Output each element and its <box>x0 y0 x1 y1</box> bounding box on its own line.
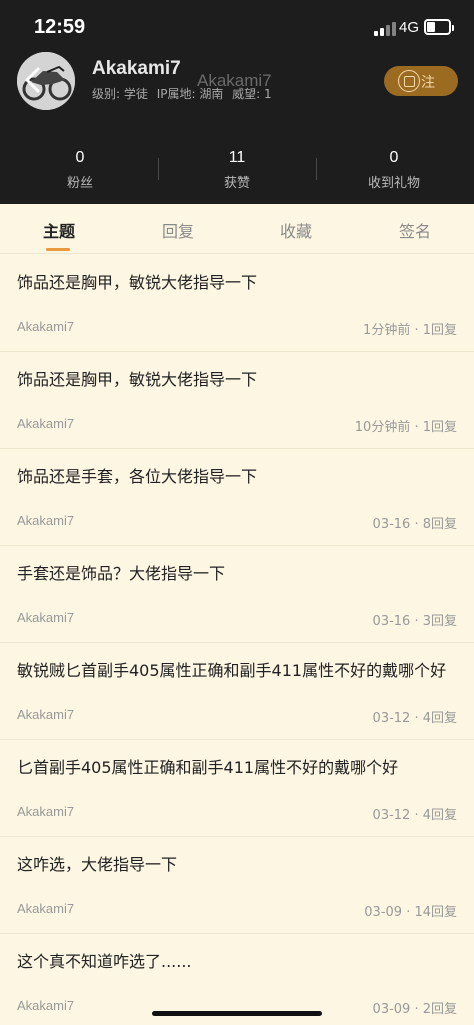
status-bar: 12:59 4G <box>0 0 474 56</box>
post-meta: 03-16 · 8回复 <box>372 517 457 532</box>
post-author: Akakami7 <box>17 707 75 722</box>
post-meta: 03-12 · 4回复 <box>372 808 457 823</box>
post-author: Akakami7 <box>17 416 75 431</box>
stat-gifts[interactable]: 0 收到礼物 <box>314 148 474 191</box>
signal-icon <box>374 22 396 36</box>
network-type: 4G <box>399 19 420 36</box>
post-list: 饰品还是胸甲，敏锐大佬指导一下 Akakami7 1分钟前 · 1回复 饰品还是… <box>0 255 474 1025</box>
stat-fans[interactable]: 0 粉丝 <box>0 148 160 191</box>
post-author: Akakami7 <box>17 998 75 1013</box>
post-title: 这个真不知道咋选了...... <box>17 952 192 971</box>
list-item[interactable]: 手套还是饰品？大佬指导一下 Akakami7 03-16 · 3回复 <box>0 546 474 643</box>
stats-row: 0 粉丝 11 获赞 0 收到礼物 <box>0 148 474 196</box>
post-meta: 03-16 · 3回复 <box>372 614 457 629</box>
home-indicator[interactable] <box>152 1011 322 1016</box>
stat-label: 粉丝 <box>66 176 93 191</box>
username: Akakami7 <box>92 58 181 79</box>
post-meta: 03-09 · 14回复 <box>364 905 457 920</box>
post-author: Akakami7 <box>17 901 75 916</box>
tab-favorites[interactable]: 收藏 <box>256 218 336 242</box>
tab-signature[interactable]: 签名 <box>375 218 455 242</box>
level-label: 级别: 学徒 <box>92 87 148 101</box>
list-item[interactable]: 匕首副手405属性正确和副手411属性不好的戴哪个好 Akakami7 03-1… <box>0 740 474 837</box>
list-item[interactable]: 这咋选，大佬指导一下 Akakami7 03-09 · 14回复 <box>0 837 474 934</box>
profile-header: 12:59 4G Akakami7 Akakami7 级别: 学徒 IP属地: … <box>0 0 474 204</box>
tab-bar: 主题 回复 收藏 签名 <box>0 204 474 254</box>
post-meta: 03-09 · 2回复 <box>372 1002 457 1017</box>
post-author: Akakami7 <box>17 319 75 334</box>
stat-likes[interactable]: 11 获赞 <box>157 148 317 191</box>
stat-value: 11 <box>228 149 246 166</box>
post-title: 手套还是饰品？大佬指导一下 <box>17 564 226 583</box>
post-title: 敏锐贼匕首副手405属性正确和副手411属性不好的戴哪个好 <box>17 661 447 680</box>
stat-value: 0 <box>75 149 85 166</box>
active-tab-indicator <box>46 248 70 251</box>
profile-meta: 级别: 学徒 IP属地: 湖南 威望: 1 <box>92 85 277 102</box>
stat-label: 收到礼物 <box>367 176 420 191</box>
list-item[interactable]: 敏锐贼匕首副手405属性正确和副手411属性不好的戴哪个好 Akakami7 0… <box>0 643 474 740</box>
post-title: 饰品还是胸甲，敏锐大佬指导一下 <box>17 370 258 389</box>
ip-location-label: IP属地: 湖南 <box>156 87 224 101</box>
post-title: 饰品还是手套，各位大佬指导一下 <box>17 467 258 486</box>
back-chevron-icon[interactable] <box>22 66 44 94</box>
post-author: Akakami7 <box>17 804 75 819</box>
post-meta: 1分钟前 · 1回复 <box>363 323 457 338</box>
follow-button[interactable]: 注 <box>384 66 458 96</box>
prestige-label: 威望: 1 <box>232 87 272 101</box>
post-meta: 03-12 · 4回复 <box>372 711 457 726</box>
tab-topics[interactable]: 主题 <box>19 218 99 242</box>
follow-button-label: 注 <box>421 75 435 91</box>
stat-label: 获赞 <box>223 176 250 191</box>
post-author: Akakami7 <box>17 513 75 528</box>
list-item[interactable]: 饰品还是胸甲，敏锐大佬指导一下 Akakami7 10分钟前 · 1回复 <box>0 352 474 449</box>
post-title: 饰品还是胸甲，敏锐大佬指导一下 <box>17 273 258 292</box>
post-title: 匕首副手405属性正确和副手411属性不好的戴哪个好 <box>17 758 399 777</box>
follow-icon <box>398 70 420 92</box>
list-item[interactable]: 饰品还是手套，各位大佬指导一下 Akakami7 03-16 · 8回复 <box>0 449 474 546</box>
post-author: Akakami7 <box>17 610 75 625</box>
stat-value: 0 <box>389 149 399 166</box>
list-item[interactable]: 饰品还是胸甲，敏锐大佬指导一下 Akakami7 1分钟前 · 1回复 <box>0 255 474 352</box>
post-meta: 10分钟前 · 1回复 <box>354 420 457 435</box>
post-title: 这咋选，大佬指导一下 <box>17 855 178 874</box>
battery-icon <box>424 19 454 35</box>
status-time: 12:59 <box>34 16 86 38</box>
tab-replies[interactable]: 回复 <box>138 218 218 242</box>
